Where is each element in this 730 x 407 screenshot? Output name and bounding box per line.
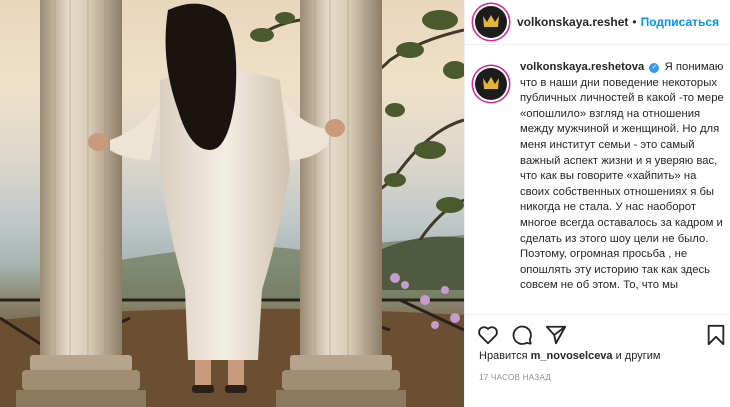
- header-username[interactable]: volkonskaya.reshet: [517, 15, 628, 29]
- caption-text: Я понимаю что в наши дни поведение некот…: [520, 61, 724, 292]
- heart-icon[interactable]: [477, 324, 499, 346]
- caption: volkonskaya.reshetova ✓ Я понимаю что в …: [465, 60, 730, 314]
- caption-avatar[interactable]: [475, 68, 507, 100]
- author-avatar[interactable]: [475, 6, 507, 38]
- instagram-post: volkonskaya.reshet • Подписаться volkons…: [0, 0, 730, 407]
- likes-user[interactable]: m_novoselceva: [531, 350, 613, 362]
- caption-username[interactable]: volkonskaya.reshetova: [520, 61, 644, 73]
- share-icon[interactable]: [545, 324, 567, 346]
- post-photo[interactable]: [0, 0, 464, 407]
- verified-badge-icon: ✓: [649, 63, 660, 73]
- post-sidebar: volkonskaya.reshet • Подписаться volkons…: [464, 0, 730, 407]
- follow-button[interactable]: Подписаться: [641, 15, 719, 29]
- photo-scene: [0, 0, 464, 407]
- likes-suffix[interactable]: и другим: [616, 350, 661, 362]
- crown-icon: [483, 15, 499, 27]
- bookmark-icon[interactable]: [705, 324, 727, 346]
- action-bar: [465, 314, 730, 352]
- likes-line: Нравится m_novoselceva и другим: [479, 350, 660, 362]
- caption-body: volkonskaya.reshetova ✓ Я понимаю что в …: [520, 60, 728, 314]
- crown-icon: [483, 77, 499, 89]
- post-header: volkonskaya.reshet • Подписаться: [465, 0, 730, 45]
- post-timestamp[interactable]: 17 ЧАСОВ НАЗАД: [479, 373, 551, 382]
- comment-icon[interactable]: [511, 324, 533, 346]
- header-separator: •: [632, 15, 637, 29]
- likes-prefix: Нравится: [479, 350, 528, 362]
